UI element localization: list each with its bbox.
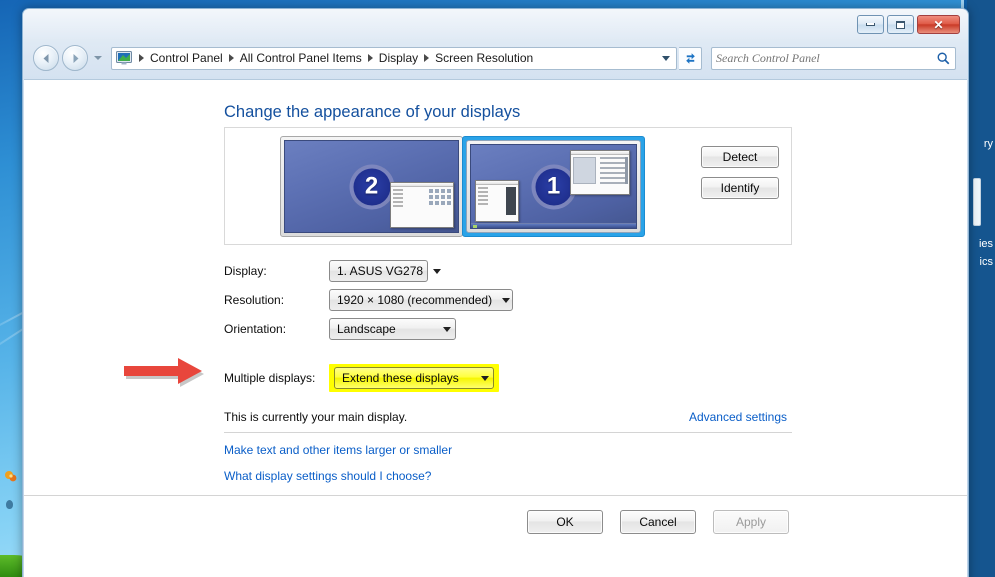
minimize-icon (866, 23, 875, 26)
wallpaper-flower-icon (5, 471, 17, 482)
breadcrumb-item-screen-resolution[interactable]: Screen Resolution (433, 51, 535, 65)
cancel-button[interactable]: Cancel (620, 510, 696, 534)
monitor-preview-1[interactable]: 1 (462, 136, 645, 237)
chevron-down-icon (502, 297, 511, 303)
forward-button[interactable] (62, 45, 88, 71)
close-button[interactable]: ✕ (917, 15, 960, 34)
monitor-preview-2[interactable]: 2 (280, 136, 463, 237)
background-window-scrollbar[interactable] (973, 178, 981, 226)
make-text-larger-link[interactable]: Make text and other items larger or smal… (224, 443, 452, 457)
mini-window-body (391, 187, 453, 226)
back-button[interactable] (33, 45, 59, 71)
refresh-button[interactable] (679, 46, 702, 70)
monitor-mini-window (390, 182, 454, 228)
resolution-row: Resolution: 1920 × 1080 (recommended) (224, 289, 513, 311)
breadcrumb-item-all-control-panel-items[interactable]: All Control Panel Items (238, 51, 364, 65)
orientation-dropdown[interactable]: Landscape (329, 318, 456, 340)
main-display-note: This is currently your main display. (224, 410, 408, 424)
background-window-text-fragment: ies (978, 238, 993, 250)
resolution-dropdown[interactable]: 1920 × 1080 (recommended) (329, 289, 513, 311)
multiple-displays-dropdown-value: Extend these displays (342, 371, 459, 385)
display-dropdown[interactable]: 1. ASUS VG278 (329, 260, 442, 282)
red-arrow-annotation (124, 358, 204, 387)
refresh-icon (685, 52, 695, 64)
forward-arrow-icon (73, 53, 78, 63)
orientation-dropdown-value: Landscape (337, 322, 396, 336)
window-control-buttons: ✕ (857, 15, 960, 34)
back-arrow-icon (43, 53, 48, 63)
display-row: Display: 1. ASUS VG278 (224, 260, 442, 282)
search-input[interactable] (716, 50, 936, 66)
mini-window-text-lines (600, 157, 626, 187)
breadcrumb[interactable]: Control Panel All Control Panel Items Di… (111, 46, 677, 70)
breadcrumb-separator (139, 54, 144, 62)
breadcrumb-dropdown-icon[interactable] (662, 55, 670, 61)
display-arrangement-panel[interactable]: 2 1 Detect Identify (224, 127, 792, 245)
divider (224, 432, 792, 433)
monitor-taskbar (471, 223, 636, 228)
monitor-screen: 1 (470, 144, 637, 229)
chevron-down-icon (443, 326, 451, 332)
mini-window-body (571, 155, 629, 193)
monitor-bezel: 2 (280, 136, 463, 237)
breadcrumb-item-display[interactable]: Display (377, 51, 420, 65)
page-title: Change the appearance of your displays (224, 103, 521, 121)
mini-window-body (476, 185, 518, 220)
search-box[interactable] (711, 46, 956, 70)
identify-button[interactable]: Identify (701, 177, 779, 199)
bottom-divider (24, 495, 967, 496)
wallpaper-pebble (6, 500, 13, 509)
highlight-box: Extend these displays (329, 364, 499, 392)
mini-window-scrollbar (625, 157, 628, 184)
page-content: Change the appearance of your displays 2 (24, 79, 967, 577)
chevron-down-icon (433, 268, 442, 274)
breadcrumb-separator (367, 54, 373, 62)
multiple-displays-dropdown[interactable]: Extend these displays (334, 367, 494, 389)
breadcrumb-separator (228, 54, 234, 62)
apply-button: Apply (713, 510, 789, 534)
monitor-screen: 2 (284, 140, 459, 233)
monitor-number-label: 2 (349, 164, 394, 209)
mini-window-grid (429, 189, 451, 205)
multiple-displays-row: Multiple displays: Extend these displays (224, 364, 499, 392)
display-icon (116, 51, 132, 65)
display-dropdown-value: 1. ASUS VG278 (337, 264, 424, 278)
background-window-text-fragment: ry (983, 138, 993, 150)
mini-window-pane (573, 157, 597, 185)
background-window-text-fragment: ics (979, 256, 993, 268)
resolution-label: Resolution: (224, 293, 285, 307)
screen-resolution-window: ✕ Control Panel All Control Panel Items … (22, 8, 969, 577)
resolution-dropdown-value: 1920 × 1080 (recommended) (337, 293, 493, 307)
orientation-row: Orientation: Landscape (224, 318, 456, 340)
window-titlebar[interactable]: ✕ (23, 9, 968, 39)
background-window-body (967, 0, 995, 577)
maximize-button[interactable] (887, 15, 914, 34)
minimize-button[interactable] (857, 15, 884, 34)
chevron-down-icon (481, 375, 489, 381)
dialog-button-bar: OK Cancel Apply (527, 510, 789, 534)
history-dropdown-icon[interactable] (94, 56, 102, 60)
orientation-label: Orientation: (224, 322, 287, 336)
maximize-icon (896, 20, 905, 29)
monitor-mini-window (570, 150, 630, 195)
search-icon[interactable] (936, 51, 951, 66)
multiple-displays-label: Multiple displays: (224, 371, 316, 385)
monitor-bezel: 1 (466, 140, 641, 233)
mini-window-lines (478, 187, 488, 207)
advanced-settings-link[interactable]: Advanced settings (689, 410, 787, 424)
breadcrumb-separator (424, 54, 430, 62)
ok-button[interactable]: OK (527, 510, 603, 534)
mini-window-dark-panel (506, 187, 516, 215)
close-icon: ✕ (933, 17, 944, 32)
breadcrumb-item-control-panel[interactable]: Control Panel (148, 51, 225, 65)
detect-button[interactable]: Detect (701, 146, 779, 168)
mini-window-lines (393, 189, 403, 209)
display-label: Display: (224, 264, 267, 278)
what-display-settings-link[interactable]: What display settings should I choose? (224, 469, 431, 483)
address-bar: Control Panel All Control Panel Items Di… (23, 43, 968, 73)
monitor-mini-window-secondary (475, 180, 519, 222)
